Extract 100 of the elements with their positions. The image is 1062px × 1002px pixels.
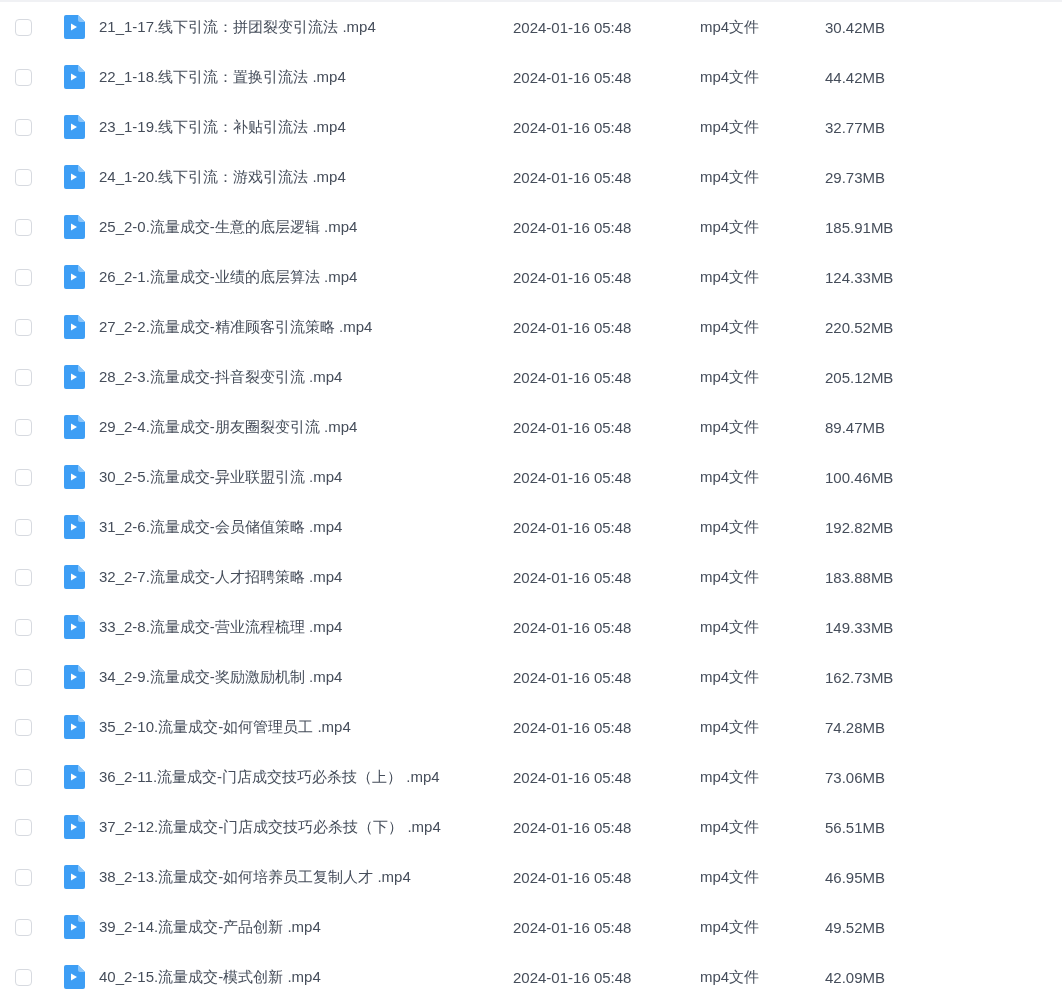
- file-size: 56.51MB: [825, 818, 887, 836]
- checkbox[interactable]: [15, 318, 32, 336]
- file-name[interactable]: 23_1-19.线下引流：补贴引流法 .mp4: [99, 117, 513, 137]
- checkbox[interactable]: [15, 718, 32, 736]
- video-file-icon: [63, 815, 85, 839]
- checkbox[interactable]: [15, 868, 32, 886]
- file-size: 185.91MB: [825, 218, 895, 236]
- video-file-icon: [63, 465, 85, 489]
- file-name[interactable]: 25_2-0.流量成交-生意的底层逻辑 .mp4: [99, 217, 513, 237]
- modified-date: 2024-01-16 05:48: [513, 668, 633, 686]
- file-type: mp4文件: [700, 667, 761, 687]
- file-type: mp4文件: [700, 317, 761, 337]
- video-file-icon: [63, 565, 85, 589]
- file-name[interactable]: 34_2-9.流量成交-奖励激励机制 .mp4: [99, 667, 513, 687]
- file-size: 192.82MB: [825, 518, 895, 536]
- file-type: mp4文件: [700, 917, 761, 937]
- file-name[interactable]: 24_1-20.线下引流：游戏引流法 .mp4: [99, 167, 513, 187]
- checkbox[interactable]: [15, 18, 32, 36]
- checkbox[interactable]: [15, 168, 32, 186]
- modified-date: 2024-01-16 05:48: [513, 918, 633, 936]
- video-file-icon: [63, 365, 85, 389]
- video-file-icon: [63, 715, 85, 739]
- file-size: 32.77MB: [825, 118, 887, 136]
- video-file-icon: [63, 415, 85, 439]
- checkbox[interactable]: [15, 218, 32, 236]
- checkbox[interactable]: [15, 668, 32, 686]
- checkbox[interactable]: [15, 918, 32, 936]
- file-name[interactable]: 29_2-4.流量成交-朋友圈裂变引流 .mp4: [99, 417, 513, 437]
- checkbox[interactable]: [15, 268, 32, 286]
- file-size: 162.73MB: [825, 668, 895, 686]
- file-size: 29.73MB: [825, 168, 887, 186]
- file-name[interactable]: 21_1-17.线下引流：拼团裂变引流法 .mp4: [99, 17, 513, 37]
- file-size: 42.09MB: [825, 968, 887, 986]
- video-file-icon: [63, 265, 85, 289]
- file-name[interactable]: 37_2-12.流量成交-门店成交技巧必杀技（下） .mp4: [99, 817, 513, 837]
- file-name[interactable]: 26_2-1.流量成交-业绩的底层算法 .mp4: [99, 267, 513, 287]
- modified-date: 2024-01-16 05:48: [513, 468, 633, 486]
- video-file-icon: [63, 165, 85, 189]
- modified-date: 2024-01-16 05:48: [513, 518, 633, 536]
- file-size: 183.88MB: [825, 568, 895, 586]
- video-file-icon: [63, 315, 85, 339]
- file-size: 46.95MB: [825, 868, 887, 886]
- file-type: mp4文件: [700, 817, 761, 837]
- modified-date: 2024-01-16 05:48: [513, 618, 633, 636]
- file-size: 89.47MB: [825, 418, 887, 436]
- file-name[interactable]: 36_2-11.流量成交-门店成交技巧必杀技（上） .mp4: [99, 767, 513, 787]
- file-name[interactable]: 30_2-5.流量成交-异业联盟引流 .mp4: [99, 467, 513, 487]
- file-name[interactable]: 32_2-7.流量成交-人才招聘策略 .mp4: [99, 567, 513, 587]
- modified-date: 2024-01-16 05:48: [513, 68, 633, 86]
- file-size: 124.33MB: [825, 268, 895, 286]
- modified-date: 2024-01-16 05:48: [513, 118, 633, 136]
- file-name[interactable]: 40_2-15.流量成交-模式创新 .mp4: [99, 967, 513, 987]
- checkbox[interactable]: [15, 68, 32, 86]
- modified-date: 2024-01-16 05:48: [513, 168, 633, 186]
- file-type: mp4文件: [700, 467, 761, 487]
- file-name[interactable]: 22_1-18.线下引流：置换引流法 .mp4: [99, 67, 513, 87]
- file-type: mp4文件: [700, 267, 761, 287]
- file-type: mp4文件: [700, 717, 761, 737]
- file-name[interactable]: 28_2-3.流量成交-抖音裂变引流 .mp4: [99, 367, 513, 387]
- file-size: 74.28MB: [825, 718, 887, 736]
- checkbox[interactable]: [15, 368, 32, 386]
- modified-date: 2024-01-16 05:48: [513, 968, 633, 986]
- checkbox[interactable]: [15, 118, 32, 136]
- file-size: 49.52MB: [825, 918, 887, 936]
- modified-date: 2024-01-16 05:48: [513, 268, 633, 286]
- checkbox[interactable]: [15, 518, 32, 536]
- video-file-icon: [63, 615, 85, 639]
- file-name[interactable]: 35_2-10.流量成交-如何管理员工 .mp4: [99, 717, 513, 737]
- file-type: mp4文件: [700, 567, 761, 587]
- file-type: mp4文件: [700, 417, 761, 437]
- file-type: mp4文件: [700, 217, 761, 237]
- checkbox[interactable]: [15, 968, 32, 986]
- checkbox[interactable]: [15, 468, 32, 486]
- modified-date: 2024-01-16 05:48: [513, 368, 633, 386]
- modified-date: 2024-01-16 05:48: [513, 868, 633, 886]
- file-size: 73.06MB: [825, 768, 887, 786]
- file-type: mp4文件: [700, 367, 761, 387]
- file-name[interactable]: 31_2-6.流量成交-会员储值策略 .mp4: [99, 517, 513, 537]
- checkbox[interactable]: [15, 818, 32, 836]
- checkbox[interactable]: [15, 768, 32, 786]
- video-file-icon: [63, 215, 85, 239]
- checkbox[interactable]: [15, 618, 32, 636]
- file-name[interactable]: 39_2-14.流量成交-产品创新 .mp4: [99, 917, 513, 937]
- file-name[interactable]: 38_2-13.流量成交-如何培养员工复制人才 .mp4: [99, 867, 513, 887]
- video-file-icon: [63, 115, 85, 139]
- file-size: 149.33MB: [825, 618, 895, 636]
- file-type: mp4文件: [700, 67, 761, 87]
- video-file-icon: [63, 515, 85, 539]
- file-type: mp4文件: [700, 517, 761, 537]
- file-name[interactable]: 27_2-2.流量成交-精准顾客引流策略 .mp4: [99, 317, 513, 337]
- file-name[interactable]: 33_2-8.流量成交-营业流程梳理 .mp4: [99, 617, 513, 637]
- checkbox[interactable]: [15, 568, 32, 586]
- file-size: 100.46MB: [825, 468, 895, 486]
- modified-date: 2024-01-16 05:48: [513, 418, 633, 436]
- video-file-icon: [63, 65, 85, 89]
- video-file-icon: [63, 865, 85, 889]
- file-type: mp4文件: [700, 117, 761, 137]
- checkbox[interactable]: [15, 418, 32, 436]
- file-type: mp4文件: [700, 617, 761, 637]
- modified-date: 2024-01-16 05:48: [513, 218, 633, 236]
